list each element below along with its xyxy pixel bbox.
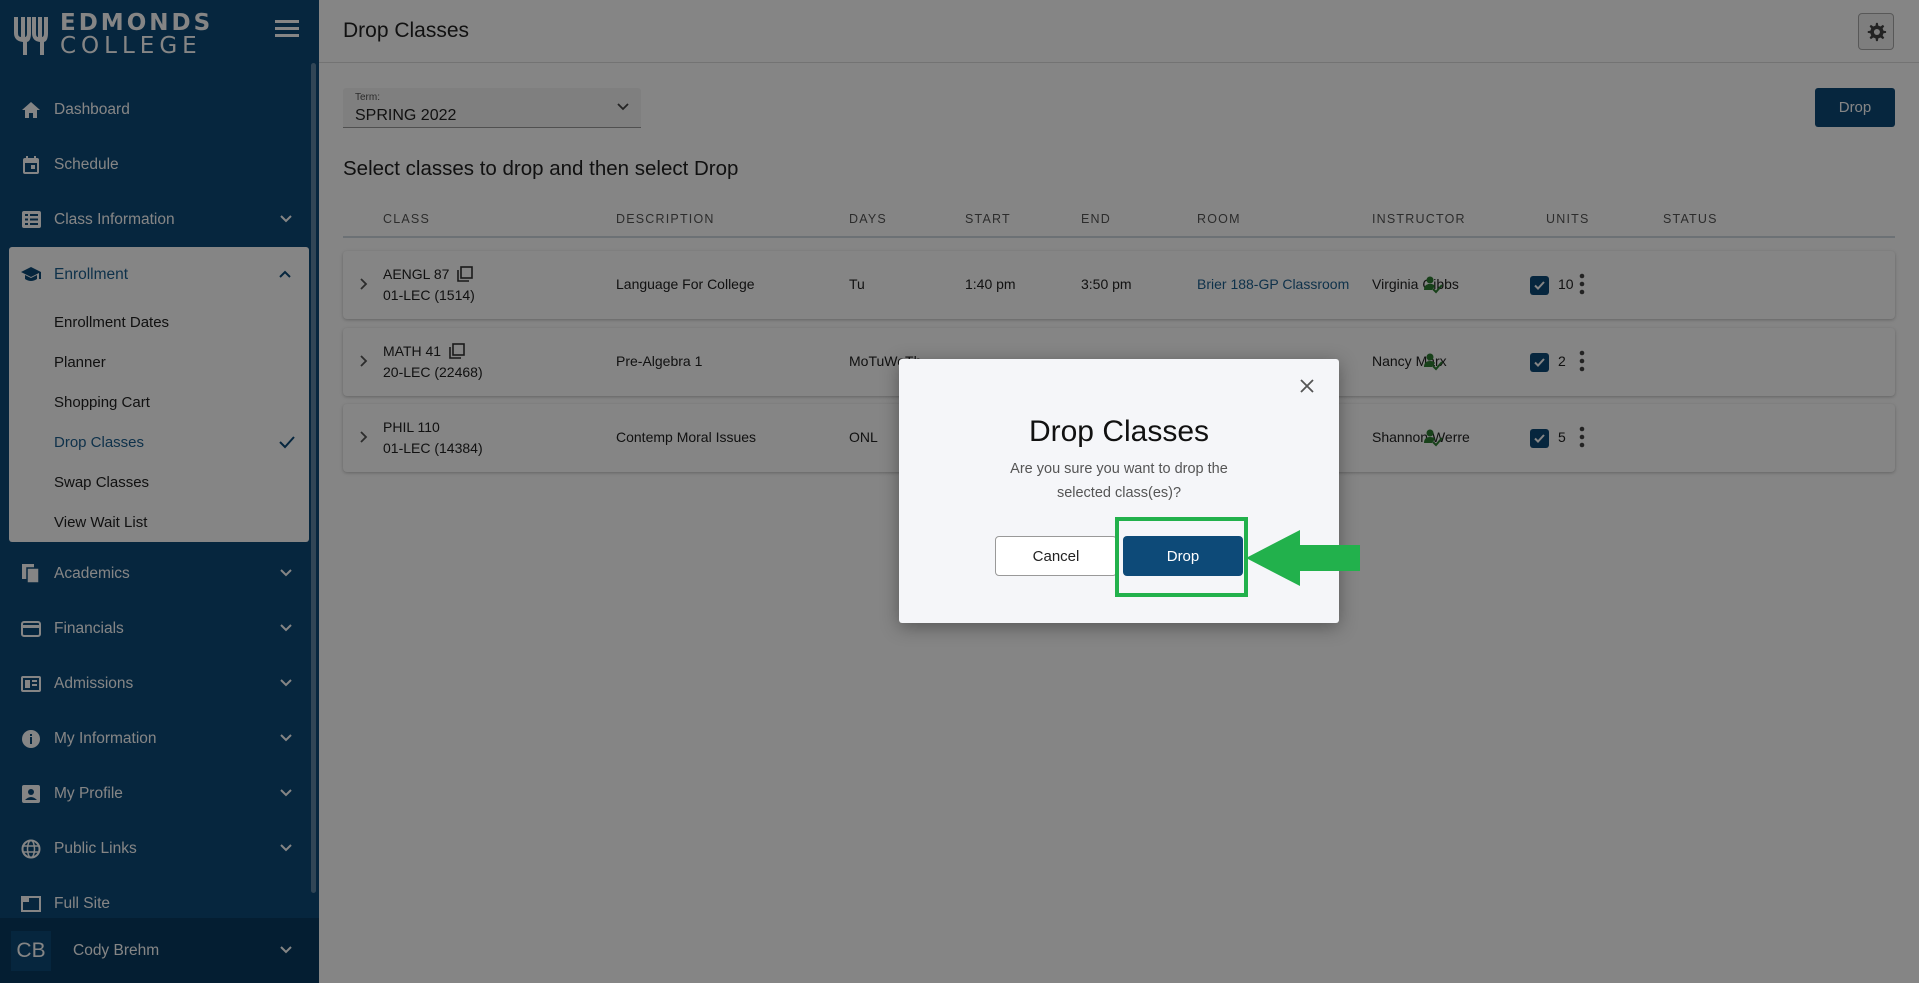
dialog-title: Drop Classes	[1028, 415, 1210, 448]
close-icon[interactable]	[1298, 377, 1316, 395]
highlight-box	[1115, 517, 1248, 597]
dialog-message: Are you sure you want to drop the select…	[1010, 461, 1228, 501]
cancel-button[interactable]: Cancel	[995, 536, 1117, 576]
arrow-left-icon	[1246, 530, 1360, 586]
